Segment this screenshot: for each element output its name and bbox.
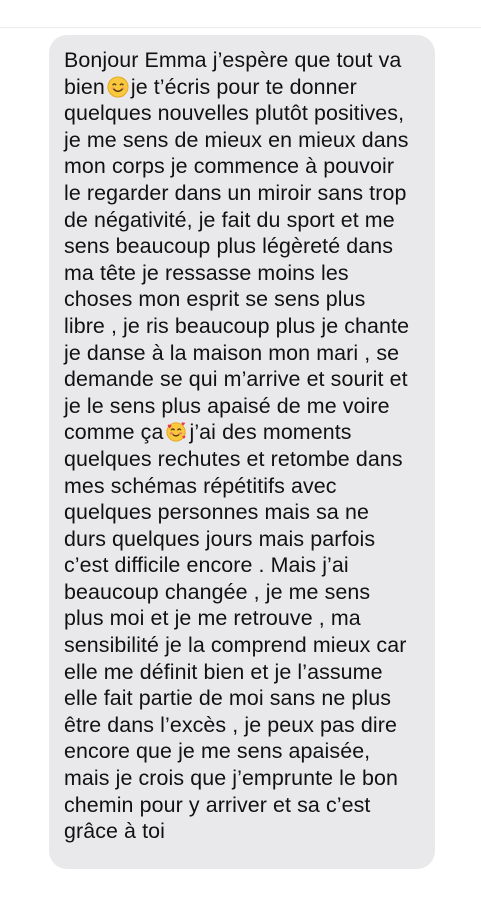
- message-bubble[interactable]: Bonjour Emma j’espère que tout va bien je…: [49, 35, 435, 869]
- message-line: comme ça j’ai des moments: [64, 419, 421, 446]
- message-line: quelques nouvelles plutôt positives,: [64, 101, 405, 126]
- message-line: libre , je ris beaucoup plus je chante: [64, 313, 410, 338]
- message-line: être dans l’excès , je peux pas dire: [64, 712, 397, 737]
- message-line: choses mon esprit se sens plus: [64, 287, 366, 312]
- message-line: encore que je me sens apaisée,: [64, 739, 371, 764]
- message-line: bien je t’écris pour te donner: [64, 74, 421, 101]
- screen: Bonjour Emma j’espère que tout va bien je…: [0, 0, 481, 897]
- message-line: sens beaucoup plus légèreté dans: [64, 234, 394, 259]
- message-line: ma tête je ressasse moins les: [64, 260, 349, 285]
- message-line: demande se qui m’arrive et sourit et: [64, 367, 408, 392]
- message-line: mais je crois que j’emprunte le bon: [64, 766, 399, 791]
- message-line: quelques rechutes et retombe dans: [64, 446, 403, 471]
- message-text: comme ça: [64, 420, 164, 445]
- message-line: je me sens de mieux en mieux dans: [64, 127, 409, 152]
- message-line: elle me définit bien et je l’assume: [64, 659, 383, 684]
- message-text: bien: [64, 74, 105, 99]
- message-text: j’ai des moments: [189, 420, 352, 445]
- message-line: le regarder dans un miroir sans trop: [64, 180, 407, 205]
- top-divider: [0, 27, 481, 28]
- message-line: c’est difficile encore . Mais j’ai: [64, 553, 349, 578]
- message-line: Bonjour Emma j’espère que tout va: [64, 48, 402, 72]
- message-line: beaucoup changée , je me sens: [64, 579, 371, 604]
- message-line: durs quelques jours mais parfois: [64, 526, 376, 551]
- message-line: mes schémas répétitifs avec: [64, 473, 337, 498]
- message-line: plus moi et je me retrouve , ma: [64, 606, 361, 631]
- message-line: je danse à la maison mon mari , se: [64, 340, 400, 365]
- smiling-face-with-hearts-emoji: [166, 422, 187, 442]
- smiling-face-emoji: [107, 76, 129, 98]
- message-line: quelques personnes mais sa ne: [64, 500, 369, 525]
- message-line: de négativité, je fait du sport et me: [64, 207, 395, 232]
- message-line: mon corps je commence à pouvoir: [64, 154, 395, 179]
- message-line: chemin pour y arriver et sa c’est: [64, 792, 371, 817]
- message-line: sensibilité je la comprend mieux car: [64, 633, 407, 658]
- message-line: grâce à toi: [64, 819, 165, 844]
- message-line: je le sens plus apaisé de me voire: [64, 393, 390, 418]
- message-line: elle fait partie de moi sans ne plus: [64, 686, 392, 711]
- message-text: je t’écris pour te donner: [130, 74, 357, 99]
